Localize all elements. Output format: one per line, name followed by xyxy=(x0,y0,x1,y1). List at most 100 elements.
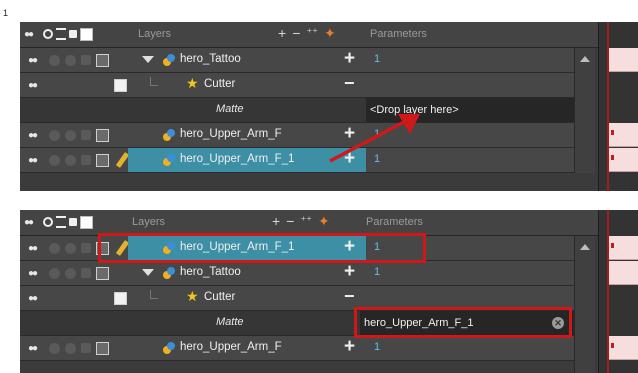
expand-triangle-icon[interactable] xyxy=(142,56,154,63)
color-swatch[interactable] xyxy=(114,78,127,92)
timeline-strip[interactable] xyxy=(598,210,638,373)
scrollbar[interactable] xyxy=(574,48,595,173)
add-peg-icon[interactable]: ⁺⁺ xyxy=(306,25,318,41)
remove-icon[interactable]: − xyxy=(344,74,355,92)
add-icon[interactable]: + xyxy=(344,337,355,356)
timeline-cell[interactable] xyxy=(609,123,638,147)
stack-icon[interactable] xyxy=(65,154,76,166)
record-icon[interactable] xyxy=(49,242,60,254)
lock-icon[interactable] xyxy=(81,268,91,278)
stack-icon[interactable] xyxy=(65,342,76,354)
record-icon[interactable] xyxy=(49,154,60,166)
layer-row-hero-tattoo[interactable]: ●● hero_Tattoo + 1 xyxy=(20,48,594,73)
record-icon[interactable] xyxy=(43,217,53,227)
parameters-label: Parameters xyxy=(366,216,423,228)
add-layer-plus-icon[interactable]: + xyxy=(278,25,286,41)
color-swatch[interactable] xyxy=(96,153,109,167)
clear-icon[interactable]: ✕ xyxy=(552,317,564,329)
lock-icon[interactable] xyxy=(69,218,77,226)
record-icon[interactable] xyxy=(49,342,60,354)
visibility-icon[interactable]: ●● xyxy=(28,243,44,254)
scrollbar[interactable] xyxy=(574,236,595,373)
visibility-icon[interactable]: ●● xyxy=(28,155,44,166)
record-icon[interactable] xyxy=(49,54,60,66)
remove-layer-icon[interactable]: − xyxy=(286,213,294,229)
visibility-icon[interactable]: ●● xyxy=(28,130,44,141)
remove-icon[interactable]: − xyxy=(344,287,355,305)
visibility-icon[interactable]: ●● xyxy=(28,293,44,304)
layer-row-cutter[interactable]: ●● ★ Cutter − xyxy=(20,286,594,311)
lock-icon[interactable] xyxy=(69,30,77,38)
panel-header: ●● Layers + − ⁺⁺ ✦ Parameters xyxy=(20,22,618,48)
layer-row-hero-upper-arm-f-1[interactable]: ●● hero_Upper_Arm_F_1 + 1 xyxy=(20,148,594,173)
layers-label: Layers xyxy=(138,28,172,40)
layer-name: hero_Tattoo xyxy=(180,266,241,278)
drawing-layer-icon xyxy=(163,242,175,254)
stack-icon[interactable] xyxy=(56,28,66,40)
color-swatch[interactable] xyxy=(96,128,109,142)
timeline-strip[interactable] xyxy=(598,22,638,191)
timeline-cell[interactable] xyxy=(609,148,638,172)
lock-icon[interactable] xyxy=(81,155,91,165)
add-effect-icon[interactable]: ✦ xyxy=(318,213,330,229)
timeline-cell[interactable] xyxy=(609,336,638,360)
layer-row-hero-upper-arm-f[interactable]: ●● hero_Upper_Arm_F + 1 xyxy=(20,336,594,361)
add-icon[interactable]: + xyxy=(344,49,355,68)
record-icon[interactable] xyxy=(49,129,60,141)
expand-triangle-icon[interactable] xyxy=(142,269,154,276)
visibility-icon[interactable]: ●● xyxy=(28,55,44,66)
tree-connector xyxy=(150,290,158,299)
stack-icon[interactable] xyxy=(65,267,76,279)
layer-row-hero-tattoo[interactable]: ●● hero_Tattoo + 1 xyxy=(20,261,594,286)
stack-icon[interactable] xyxy=(56,216,66,228)
color-swatch[interactable] xyxy=(96,241,109,255)
parameter-value: 1 xyxy=(374,266,381,278)
timeline-cell[interactable] xyxy=(609,261,638,285)
drawing-layer-icon xyxy=(163,54,175,66)
eye-icon[interactable]: ●● xyxy=(24,29,40,40)
record-icon[interactable] xyxy=(43,29,53,39)
visibility-icon[interactable]: ●● xyxy=(28,80,44,91)
color-swatch-icon[interactable] xyxy=(80,215,93,229)
layers-panel-before: ●● Layers + − ⁺⁺ ✦ Parameters ●● hero_Ta… xyxy=(20,22,638,191)
lock-icon[interactable] xyxy=(81,243,91,253)
scroll-up-icon[interactable] xyxy=(580,244,590,250)
add-icon[interactable]: + xyxy=(344,262,355,281)
stack-icon[interactable] xyxy=(65,54,76,66)
keyframe-marker xyxy=(611,155,614,160)
stack-icon[interactable] xyxy=(65,129,76,141)
add-effect-icon[interactable]: ✦ xyxy=(324,25,336,41)
header-tools: + − ⁺⁺ ✦ xyxy=(272,213,330,229)
color-swatch[interactable] xyxy=(96,53,109,67)
record-icon[interactable] xyxy=(49,267,60,279)
lock-icon[interactable] xyxy=(81,130,91,140)
eye-icon[interactable]: ●● xyxy=(24,217,40,228)
drawing-layer-icon xyxy=(163,129,175,141)
add-icon[interactable]: + xyxy=(344,237,355,256)
stack-icon[interactable] xyxy=(65,242,76,254)
visibility-icon[interactable]: ●● xyxy=(28,343,44,354)
layer-row-hero-upper-arm-f[interactable]: ●● hero_Upper_Arm_F + 1 xyxy=(20,123,594,148)
layer-name: hero_Tattoo xyxy=(180,53,241,65)
lock-icon[interactable] xyxy=(81,55,91,65)
matte-field[interactable]: hero_Upper_Arm_F_1 ✕ xyxy=(360,311,574,335)
scroll-up-icon[interactable] xyxy=(580,56,590,62)
visibility-icon[interactable]: ●● xyxy=(28,268,44,279)
color-swatch-icon[interactable] xyxy=(80,27,93,41)
timeline-cell[interactable] xyxy=(609,48,638,72)
layer-row-hero-upper-arm-f-1[interactable]: ●● hero_Upper_Arm_F_1 + 1 xyxy=(20,236,594,261)
color-swatch[interactable] xyxy=(96,341,109,355)
star-icon: ★ xyxy=(186,288,199,304)
add-layer-plus-icon[interactable]: + xyxy=(272,213,280,229)
matte-label: Matte xyxy=(216,316,244,328)
parameter-value: 1 xyxy=(374,53,381,65)
lock-icon[interactable] xyxy=(81,343,91,353)
timeline-cell[interactable] xyxy=(609,236,638,260)
remove-layer-icon[interactable]: − xyxy=(292,25,300,41)
drawing-layer-icon xyxy=(163,342,175,354)
color-swatch[interactable] xyxy=(114,291,127,305)
color-swatch[interactable] xyxy=(96,266,109,280)
keyframe-marker xyxy=(611,343,614,348)
layer-row-cutter[interactable]: ●● ★ Cutter − xyxy=(20,73,594,98)
add-peg-icon[interactable]: ⁺⁺ xyxy=(300,213,312,229)
